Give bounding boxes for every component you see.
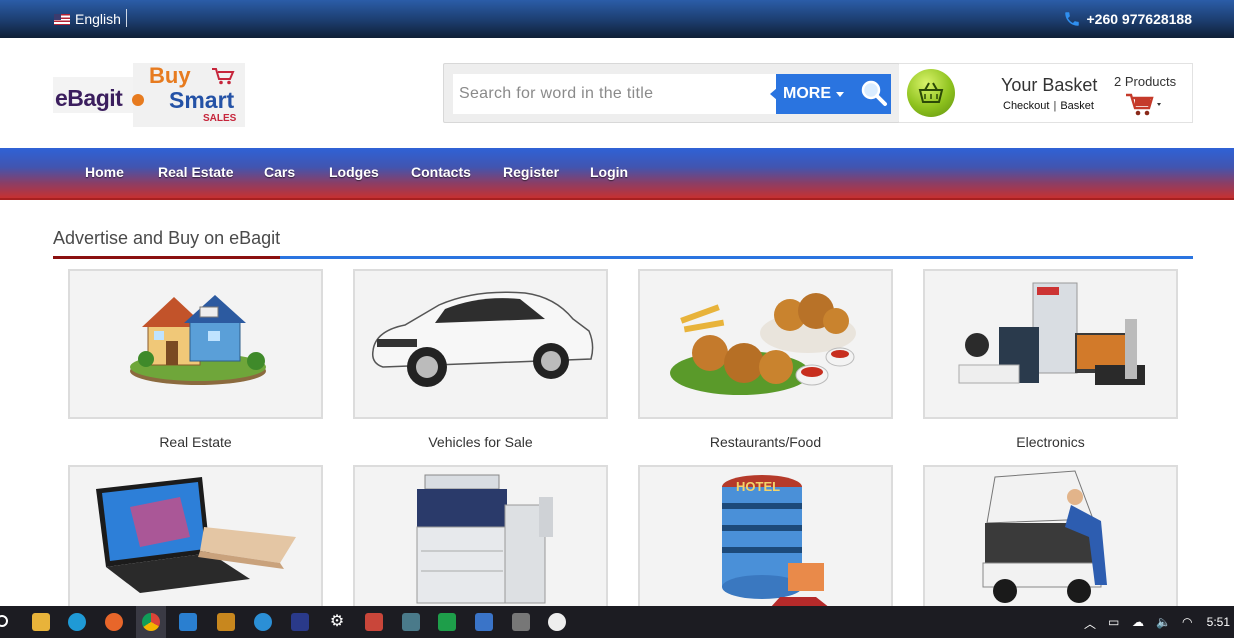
header: eBagit Buy Smart SALES MORE [0, 38, 1234, 148]
keyboard-icon[interactable] [475, 613, 493, 631]
svg-text:HOTEL: HOTEL [736, 479, 780, 494]
category-card-vehicles[interactable] [353, 269, 608, 419]
food-icon [670, 293, 856, 395]
category-label[interactable]: Electronics [923, 434, 1178, 450]
caret-down-icon [836, 91, 844, 97]
file-explorer-icon[interactable] [32, 613, 50, 631]
product-count: 2 Products [1114, 74, 1177, 89]
nav-cars[interactable]: Cars [264, 164, 295, 180]
us-flag-icon [54, 13, 70, 25]
category-card-food[interactable] [638, 269, 893, 419]
cloud-icon[interactable]: ☁ [1132, 615, 1144, 629]
laptop-icon [96, 477, 296, 593]
main-nav: Home Real Estate Cars Lodges Contacts Re… [0, 148, 1234, 200]
divider [126, 9, 127, 27]
basket-title: Your Basket [1001, 75, 1098, 95]
basket-icon[interactable] [907, 69, 955, 117]
category-card-electronics[interactable] [923, 269, 1178, 419]
calculator-icon[interactable] [512, 613, 530, 631]
category-label[interactable]: Vehicles for Sale [353, 434, 608, 450]
search-box: MORE [443, 63, 900, 123]
nav-lodges[interactable]: Lodges [329, 164, 379, 180]
taskbar: ⚙ ︿ ▭ ☁ 🔈 ◠ 5:51 [0, 606, 1234, 638]
search-button[interactable] [856, 74, 891, 114]
category-card-mechanic[interactable] [923, 465, 1178, 610]
volume-icon[interactable]: 🔈 [1156, 615, 1171, 629]
section-title: Advertise and Buy on eBagit [53, 228, 281, 248]
basket-panel: Your Basket Checkout | Basket 2 Products [899, 63, 1193, 123]
app-icon[interactable] [254, 613, 272, 631]
shopping-cart-icon[interactable] [1125, 92, 1165, 118]
category-card-real-estate[interactable] [68, 269, 323, 419]
logo-sales: SALES [203, 113, 237, 124]
vscode-icon[interactable] [179, 613, 197, 631]
more-dropdown-button[interactable]: MORE [776, 74, 858, 114]
chevron-up-icon[interactable]: ︿ [1084, 615, 1096, 632]
app-icon[interactable] [402, 613, 420, 631]
app-icon[interactable] [438, 613, 456, 631]
more-label: MORE [783, 85, 831, 102]
hotel-icon: HOTEL [722, 475, 830, 608]
nav-home[interactable]: Home [85, 164, 124, 180]
chrome-icon[interactable] [142, 613, 160, 631]
nav-real-estate[interactable]: Real Estate [158, 164, 233, 180]
logo-cart-icon [212, 68, 235, 85]
car-icon [371, 291, 594, 387]
basket-link[interactable]: Basket [1060, 100, 1094, 112]
edge-icon[interactable] [68, 613, 86, 631]
nav-login[interactable]: Login [590, 164, 628, 180]
network-icon[interactable]: ▭ [1108, 615, 1119, 629]
clock-time[interactable]: 5:51 [1207, 615, 1230, 629]
category-card-copiers[interactable] [353, 465, 608, 610]
app-icon[interactable] [365, 613, 383, 631]
logo-brand: eBagit [55, 85, 123, 111]
copier-icon [416, 474, 553, 604]
nav-contacts[interactable]: Contacts [411, 164, 471, 180]
category-label[interactable]: Restaurants/Food [638, 434, 893, 450]
language-selector[interactable]: English [54, 11, 121, 27]
section-underline-accent [53, 256, 280, 259]
search-input[interactable] [453, 74, 779, 114]
category-card-laptops[interactable] [68, 465, 323, 610]
basket-links: Checkout | Basket [1003, 100, 1094, 112]
electronics-icon [958, 282, 1145, 385]
more-arrow-icon [770, 88, 777, 100]
divider: | [1053, 100, 1057, 112]
category-label[interactable]: Real Estate [68, 434, 323, 450]
nav-register[interactable]: Register [503, 164, 559, 180]
phone-number: +260 977628188 [1086, 11, 1193, 27]
house-icon [130, 295, 266, 385]
logo-buy: Buy [149, 63, 191, 88]
logo-smart: Smart [169, 87, 235, 113]
app-icon[interactable] [291, 613, 309, 631]
settings-gear-icon[interactable]: ⚙ [328, 613, 346, 631]
media-player-icon[interactable] [548, 613, 566, 631]
language-label: English [75, 11, 121, 27]
search-icon [861, 80, 887, 106]
site-logo[interactable]: eBagit Buy Smart SALES [53, 63, 245, 127]
checkout-link[interactable]: Checkout [1003, 100, 1049, 112]
wifi-icon[interactable]: ◠ [1182, 615, 1192, 629]
search-icon[interactable] [0, 613, 10, 631]
phone-contact[interactable]: +260 977628188 [1063, 10, 1193, 28]
firefox-icon[interactable] [105, 613, 123, 631]
category-card-hotels[interactable]: HOTEL [638, 465, 893, 610]
logo-dot [132, 94, 144, 106]
phone-icon [1064, 12, 1079, 26]
mechanic-icon [982, 470, 1107, 603]
top-bar: English +260 977628188 [0, 0, 1234, 38]
sublime-icon[interactable] [217, 613, 235, 631]
